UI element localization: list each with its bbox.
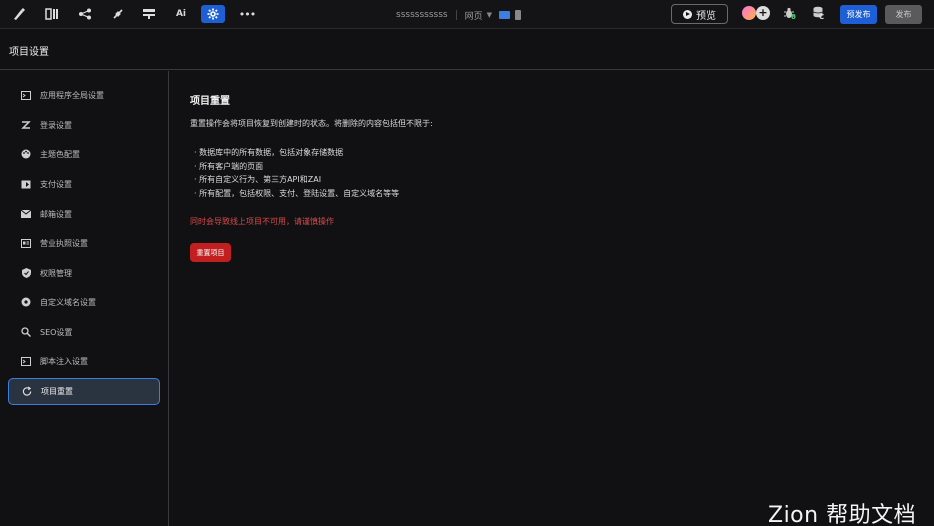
script-icon [21,356,31,366]
license-icon [21,238,31,248]
sidebar-item-label: 脚本注入设置 [40,356,88,366]
search-icon [21,327,31,337]
avatar[interactable] [742,6,756,20]
sidebar-item-script[interactable]: 脚本注入设置 [8,348,160,374]
reset-project-button[interactable]: 重置项目 [190,243,231,262]
shield-icon [21,268,31,278]
settings-gear-icon[interactable] [201,5,225,23]
data-icon[interactable] [139,5,159,23]
preview-label: 预览 [696,10,716,22]
payment-icon [21,179,31,189]
plugin-icon[interactable] [108,5,128,23]
play-icon [683,9,692,19]
sidebar-item-payment[interactable]: 支付设置 [8,171,160,197]
pages-icon[interactable] [42,5,62,23]
settings-header: 项目设置 [0,30,934,70]
sidebar-item-license[interactable]: 营业执照设置 [8,230,160,256]
main-content: 项目重置 重置操作会将项目恢复到创建时的状态。将删除的内容包括但不限于: · 数… [170,71,934,526]
sidebar-item-label: 权限管理 [40,268,72,278]
sidebar-item-label: 应用程序全局设置 [40,90,104,100]
chevron-down-icon: ▼ [486,11,492,19]
sidebar-item-mail[interactable]: 邮箱设置 [8,201,160,227]
domain-icon [21,297,31,307]
warning-text: 同时会导致线上项目不可用，请谨慎操作 [190,217,334,226]
ai-icon[interactable]: Ai [171,5,191,23]
list-item: · 所有配置，包括权限、支付、登陆设置、自定义域名等等 [194,189,400,198]
sidebar-item-label: 营业执照设置 [40,238,88,248]
sidebar-item-theme[interactable]: 主题色配置 [8,141,160,167]
sidebar-item-permissions[interactable]: 权限管理 [8,260,160,286]
settings-sidebar: 应用程序全局设置 登录设置 主题色配置 支付设置 邮箱设置 营业执照设置 权限管… [0,71,169,526]
project-selector: sssssssssss 网页 ▼ [396,7,521,23]
sidebar-item-label: 主题色配置 [40,149,80,159]
sidebar-item-label: SEO设置 [40,327,73,337]
sidebar-item-label: 项目重置 [41,387,73,396]
add-collaborator-icon[interactable]: + [756,6,770,20]
list-item: · 数据库中的所有数据，包括对象存储数据 [194,148,344,157]
reset-description: 重置操作会将项目恢复到创建时的状态。将删除的内容包括但不限于: [190,119,433,128]
flow-icon[interactable] [75,5,95,23]
preview-button[interactable]: 预览 [671,4,728,24]
palette-icon [21,149,31,159]
top-toolbar: Ai ••• sssssssssss 网页 ▼ 预览 + 0 C 预发布 发布 [0,0,934,29]
desktop-icon[interactable] [499,11,510,19]
mobile-icon[interactable] [515,10,521,20]
project-name[interactable]: sssssssssss [396,10,448,20]
brush-icon[interactable] [9,5,29,23]
sidebar-item-label: 支付设置 [40,179,72,189]
prepublish-button[interactable]: 预发布 [840,5,877,24]
publish-button[interactable]: 发布 [885,5,922,24]
mail-icon [21,209,31,219]
sidebar-item-domain[interactable]: 自定义域名设置 [8,289,160,315]
sidebar-item-project-reset[interactable]: 项目重置 [8,378,160,405]
sidebar-item-label: 邮箱设置 [40,209,72,219]
sidebar-item-seo[interactable]: SEO设置 [8,319,160,345]
more-icon[interactable]: ••• [237,5,257,23]
list-item: · 所有客户端的页面 [194,162,264,171]
section-title: 项目重置 [190,96,230,107]
list-item: · 所有自定义行为、第三方API和ZAI [194,175,322,184]
sidebar-item-app-global[interactable]: 应用程序全局设置 [8,82,160,108]
page-title: 项目设置 [9,47,49,58]
sidebar-item-label: 登录设置 [40,120,72,130]
sidebar-item-login[interactable]: 登录设置 [8,112,160,138]
watermark: Zion 帮助文档 [768,503,917,526]
view-mode-dropdown[interactable]: 网页 [465,9,483,22]
bug-count-badge: 0 [791,13,796,21]
sidebar-item-label: 自定义域名设置 [40,297,96,307]
database-badge: C [819,13,825,21]
refresh-icon [22,386,32,397]
terminal-icon [21,90,31,100]
divider [455,10,457,20]
login-icon [21,120,31,130]
